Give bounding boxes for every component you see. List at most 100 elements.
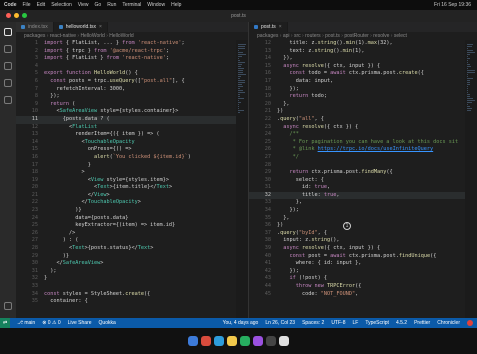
quokka-button[interactable]: Quokka: [99, 320, 116, 326]
prettier-status[interactable]: Prettier: [414, 320, 430, 326]
cursor-position[interactable]: Ln 26, Col 23: [265, 320, 295, 326]
close-window-button[interactable]: [6, 13, 11, 18]
code-line[interactable]: 11 {posts.data ? (: [16, 115, 248, 124]
code-line[interactable]: 17 }: [16, 162, 248, 170]
code-line[interactable]: 27 ) : (: [16, 237, 248, 245]
code-line[interactable]: 4: [16, 63, 248, 71]
menu-view[interactable]: View: [78, 2, 89, 8]
code-editor-right[interactable]: 12 title: z.string().min(1).max(32), 13 t…: [249, 40, 477, 318]
code-line[interactable]: 9 return (: [16, 101, 248, 109]
indentation[interactable]: Spaces: 2: [302, 320, 324, 326]
code-line[interactable]: 22 </TouchableOpacity>: [16, 199, 248, 207]
code-line[interactable]: 24 data={posts.data}: [16, 215, 248, 223]
code-line[interactable]: 45 code: "NOT_FOUND",: [249, 291, 477, 299]
code-line[interactable]: 28 <Text>{posts.status}</Text>: [16, 245, 248, 253]
code-line[interactable]: 20 },: [249, 101, 477, 109]
code-line[interactable]: 13 text: z.string().min(1),: [249, 48, 477, 56]
code-line[interactable]: 21}): [249, 108, 477, 116]
code-line[interactable]: 41 where: { id: input },: [249, 260, 477, 268]
code-line[interactable]: 42 });: [249, 268, 477, 276]
code-line[interactable]: 37 .query("byId", {: [249, 230, 477, 238]
code-line[interactable]: 26 />: [16, 230, 248, 238]
code-editor-left[interactable]: 1 import { FlatList, ... } from 'react-na…: [16, 40, 248, 318]
code-line[interactable]: 23 async resolve({ ctx }) {: [249, 124, 477, 132]
menu-selection[interactable]: Selection: [51, 2, 72, 8]
vscode-dock-icon[interactable]: [214, 336, 224, 346]
code-line[interactable]: 36}): [249, 222, 477, 230]
tab-index-tsx[interactable]: index.tsx: [16, 22, 54, 32]
code-line[interactable]: 1 import { FlatList, ... } from 'react-na…: [16, 40, 248, 48]
settings-gear-icon[interactable]: [4, 302, 12, 310]
maximize-window-button[interactable]: [22, 13, 27, 18]
code-line[interactable]: 21 </View>: [16, 192, 248, 200]
code-line[interactable]: 18 >: [16, 169, 248, 177]
breadcrumb-item[interactable]: packages: [257, 33, 278, 39]
code-line[interactable]: 32}: [16, 275, 248, 283]
code-line[interactable]: 12 title: z.string().min(1).max(32),: [249, 40, 477, 48]
code-line[interactable]: 29 return ctx.prisma.post.findMany({: [249, 169, 477, 177]
app-dock-icon[interactable]: [279, 336, 289, 346]
code-line[interactable]: 31 id: true,: [249, 184, 477, 192]
app-dock-icon[interactable]: [240, 336, 250, 346]
source-control-icon[interactable]: [4, 62, 12, 70]
code-line[interactable]: 23 )}: [16, 207, 248, 215]
breadcrumb-item[interactable]: react-native: [45, 33, 76, 39]
app-dock-icon[interactable]: [201, 336, 211, 346]
minimize-window-button[interactable]: [14, 13, 19, 18]
code-line[interactable]: 27 */: [249, 154, 477, 162]
tab-post-ts[interactable]: post.ts ×: [249, 22, 288, 32]
breadcrumb-item[interactable]: select: [389, 33, 407, 39]
code-line[interactable]: 40 const post = await ctx.prisma.post.fi…: [249, 253, 477, 261]
git-blame[interactable]: You, 4 days ago: [223, 320, 259, 326]
code-line[interactable]: 38 input: z.string(),: [249, 237, 477, 245]
code-line[interactable]: 17 data: input,: [249, 78, 477, 86]
code-line[interactable]: 15 async resolve({ ctx, input }) {: [249, 63, 477, 71]
recording-icon[interactable]: [467, 320, 473, 326]
code-line[interactable]: 25 * For pagination you can have a look …: [249, 139, 477, 147]
breadcrumb-item[interactable]: api: [278, 33, 289, 39]
code-line[interactable]: 6 const posts = trpc.useQuery(["post.all…: [16, 78, 248, 86]
code-line[interactable]: 25 keyExtractor={(item) => item.id}: [16, 222, 248, 230]
breadcrumb-item[interactable]: resolve: [369, 33, 390, 39]
code-line[interactable]: 12 <FlatList: [16, 124, 248, 132]
code-line[interactable]: 8 });: [16, 93, 248, 101]
code-line[interactable]: 35 container: {: [16, 298, 248, 306]
ts-version[interactable]: 4.5.2: [396, 320, 407, 326]
minimap-left[interactable]: [236, 40, 248, 318]
code-line[interactable]: 18 });: [249, 86, 477, 94]
encoding[interactable]: UTF-8: [331, 320, 345, 326]
code-line[interactable]: 34 });: [249, 207, 477, 215]
code-line[interactable]: 35 },: [249, 215, 477, 223]
code-line[interactable]: 34 const styles = StyleSheet.create({: [16, 291, 248, 299]
code-line[interactable]: 2 import { trpc } from '@acme/react-trpc'…: [16, 48, 248, 56]
code-line[interactable]: 14 }),: [249, 55, 477, 63]
language-mode[interactable]: TypeScript: [365, 320, 389, 326]
run-debug-icon[interactable]: [4, 79, 12, 87]
code-line[interactable]: 13 renderItem={({ item }) => (: [16, 131, 248, 139]
code-line[interactable]: 33: [16, 283, 248, 291]
code-line[interactable]: 16 const todo = await ctx.prisma.post.cr…: [249, 70, 477, 78]
code-line[interactable]: 15 onPress={() =>: [16, 146, 248, 154]
search-icon[interactable]: [4, 45, 12, 53]
menu-file[interactable]: File: [23, 2, 31, 8]
breadcrumb-item[interactable]: HelloWorld: [105, 33, 134, 39]
minimap-right[interactable]: [465, 40, 477, 318]
code-line[interactable]: 24 /**: [249, 131, 477, 139]
extensions-icon[interactable]: [4, 96, 12, 104]
code-line[interactable]: 33 },: [249, 199, 477, 207]
code-line[interactable]: 19 return todo;: [249, 93, 477, 101]
app-menu-code[interactable]: Code: [4, 2, 17, 8]
code-line[interactable]: 5 export function HelloWorld() {: [16, 70, 248, 78]
menu-window[interactable]: Window: [147, 2, 165, 8]
code-line[interactable]: 44 throw new TRPCError({: [249, 283, 477, 291]
code-line[interactable]: 29 )}: [16, 253, 248, 261]
terminal-dock-icon[interactable]: [266, 336, 276, 346]
explorer-icon[interactable]: [4, 28, 12, 36]
breadcrumb-item[interactable]: post.ts: [321, 33, 340, 39]
breadcrumb-item[interactable]: postRouter: [340, 33, 369, 39]
chronicler-status[interactable]: Chronicler: [437, 320, 460, 326]
code-line[interactable]: 14 <TouchableOpacity: [16, 139, 248, 147]
breadcrumb-item[interactable]: routers: [301, 33, 321, 39]
app-dock-icon[interactable]: [253, 336, 263, 346]
code-line[interactable]: 32 title: true,: [249, 191, 477, 200]
